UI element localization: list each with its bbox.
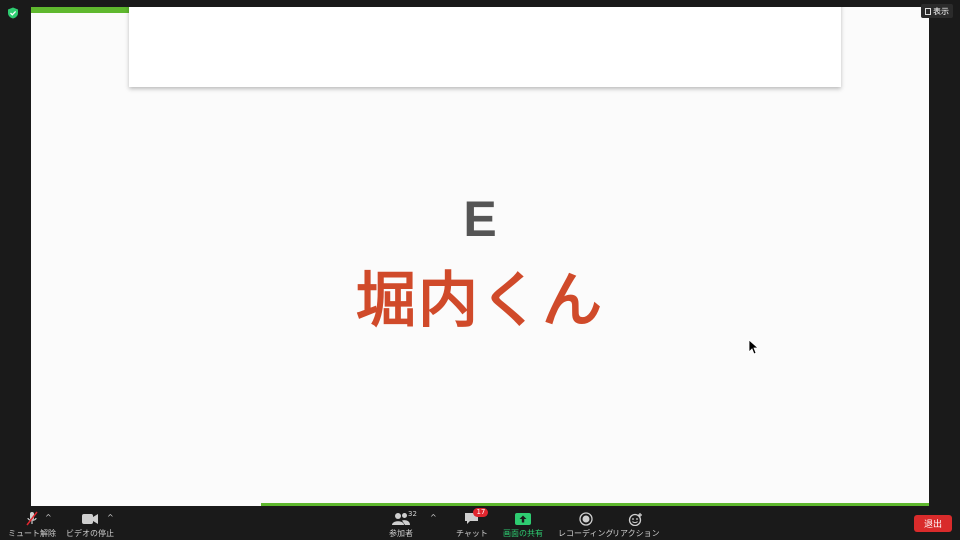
grid-icon <box>925 7 931 15</box>
participants-options-caret[interactable]: ^ <box>430 513 437 522</box>
leave-meeting-button[interactable]: 退出 <box>914 515 952 532</box>
microphone-muted-icon <box>26 511 38 525</box>
unmute-label: ミュート解除 <box>8 529 56 538</box>
record-button[interactable]: レコーディング <box>558 510 613 538</box>
participants-count: 32 <box>408 510 417 518</box>
video-camera-icon <box>82 513 98 524</box>
smiley-plus-icon <box>628 512 642 526</box>
share-screen-button[interactable]: 画面の共有 <box>503 510 543 538</box>
share-indicator-bar <box>31 7 131 13</box>
reactions-label: リアクション <box>612 529 660 538</box>
mouse-cursor-icon <box>748 339 758 355</box>
chat-unread-badge: 17 <box>473 508 489 517</box>
participants-button[interactable]: 32 参加者 <box>389 510 417 538</box>
video-options-caret[interactable]: ^ <box>107 513 114 522</box>
reactions-button[interactable]: リアクション <box>612 510 660 538</box>
share-screen-label: 画面の共有 <box>503 529 543 538</box>
record-icon <box>579 511 593 526</box>
chat-button[interactable]: 17 チャット <box>456 508 489 538</box>
stop-video-label: ビデオの停止 <box>66 529 114 538</box>
slide-letter: E <box>463 191 497 247</box>
chat-label: チャット <box>456 529 488 538</box>
shield-check-icon[interactable] <box>7 7 19 19</box>
view-button-label: 表示 <box>933 6 949 16</box>
audio-options-caret[interactable]: ^ <box>45 513 52 522</box>
participants-label: 参加者 <box>389 529 413 538</box>
slide-name: 堀内くん <box>356 266 604 336</box>
view-button[interactable]: 表示 <box>921 4 953 18</box>
slide-header-card <box>129 7 841 87</box>
share-bottom-bar <box>261 503 929 506</box>
meeting-toolbar: ミュート解除 ^ ビデオの停止 ^ 32 参加者 ^ 17 チャット 画面の共有… <box>0 507 960 540</box>
share-screen-icon <box>515 512 531 525</box>
record-label: レコーディング <box>558 529 614 538</box>
shared-screen: E 堀内くん <box>31 7 929 506</box>
